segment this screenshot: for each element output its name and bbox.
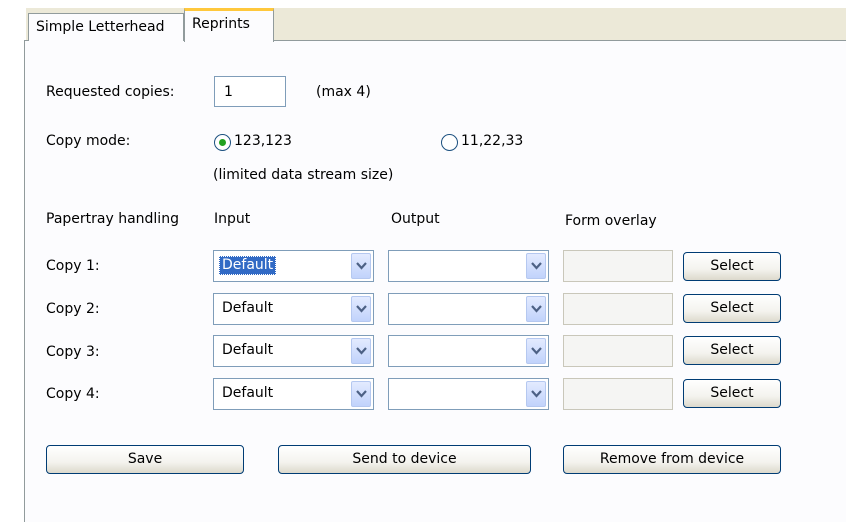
input-tray-value: Default bbox=[222, 385, 274, 401]
select-overlay-button[interactable]: Select bbox=[683, 336, 781, 365]
copy-mode-radio-112233[interactable] bbox=[441, 134, 458, 151]
remove-from-device-button[interactable]: Remove from device bbox=[563, 445, 781, 474]
output-tray-select[interactable] bbox=[388, 378, 549, 410]
output-column-header: Output bbox=[391, 211, 440, 227]
chevron-down-icon bbox=[356, 262, 367, 270]
chevron-down-icon bbox=[356, 390, 367, 398]
requested-copies-label: Requested copies: bbox=[46, 84, 175, 100]
copy-row-label: Copy 1: bbox=[46, 258, 100, 274]
save-button[interactable]: Save bbox=[46, 445, 244, 474]
copy-row-label: Copy 3: bbox=[46, 344, 100, 360]
chevron-down-icon bbox=[356, 305, 367, 313]
output-tray-select[interactable] bbox=[388, 335, 549, 367]
chevron-down-icon bbox=[356, 347, 367, 355]
dropdown-button[interactable] bbox=[351, 296, 371, 322]
dropdown-button[interactable] bbox=[526, 381, 546, 407]
input-tray-value: Default bbox=[222, 342, 274, 358]
output-tray-select[interactable] bbox=[388, 293, 549, 325]
select-overlay-button[interactable]: Select bbox=[683, 294, 781, 323]
papertray-heading: Papertray handling bbox=[46, 211, 179, 227]
requested-copies-input[interactable]: 1 bbox=[214, 76, 286, 107]
chevron-down-icon bbox=[531, 347, 542, 355]
input-tray-value: Default bbox=[222, 300, 274, 316]
copy-mode-label: Copy mode: bbox=[46, 133, 131, 149]
dropdown-button[interactable] bbox=[526, 296, 546, 322]
input-tray-select[interactable]: Default bbox=[213, 293, 374, 325]
tab-label: Reprints bbox=[192, 16, 250, 32]
form-overlay-field bbox=[563, 250, 673, 282]
dropdown-button[interactable] bbox=[526, 253, 546, 279]
tab-reprints[interactable]: Reprints bbox=[184, 8, 274, 42]
output-tray-select[interactable] bbox=[388, 250, 549, 282]
send-to-device-button[interactable]: Send to device bbox=[278, 445, 531, 474]
select-overlay-button[interactable]: Select bbox=[683, 379, 781, 408]
dropdown-button[interactable] bbox=[351, 381, 371, 407]
copy-mode-option-label[interactable]: 123,123 bbox=[234, 133, 292, 149]
chevron-down-icon bbox=[531, 390, 542, 398]
input-tray-select[interactable]: Default bbox=[213, 335, 374, 367]
tab-label: Simple Letterhead bbox=[36, 19, 165, 35]
input-column-header: Input bbox=[214, 211, 251, 227]
radio-selected-dot bbox=[219, 139, 226, 146]
input-tray-value: Default bbox=[219, 256, 277, 275]
form-overlay-column-header: Form overlay bbox=[565, 213, 657, 229]
input-tray-select[interactable]: Default bbox=[213, 250, 374, 282]
copy-mode-radio-123[interactable] bbox=[214, 134, 231, 151]
dropdown-button[interactable] bbox=[526, 338, 546, 364]
copy-mode-note: (limited data stream size) bbox=[213, 167, 394, 183]
form-overlay-field bbox=[563, 293, 673, 325]
copy-mode-option-label[interactable]: 11,22,33 bbox=[461, 133, 523, 149]
chevron-down-icon bbox=[531, 262, 542, 270]
dropdown-button[interactable] bbox=[351, 253, 371, 279]
max-copies-hint: (max 4) bbox=[316, 84, 371, 100]
chevron-down-icon bbox=[531, 305, 542, 313]
copy-row-label: Copy 2: bbox=[46, 301, 100, 317]
form-overlay-field bbox=[563, 335, 673, 367]
copy-row-label: Copy 4: bbox=[46, 386, 100, 402]
requested-copies-value: 1 bbox=[224, 84, 233, 100]
tab-simple-letterhead[interactable]: Simple Letterhead bbox=[28, 13, 184, 41]
form-overlay-field bbox=[563, 378, 673, 410]
input-tray-select[interactable]: Default bbox=[213, 378, 374, 410]
select-overlay-button[interactable]: Select bbox=[683, 252, 781, 281]
dropdown-button[interactable] bbox=[351, 338, 371, 364]
reprints-dialog: Simple Letterhead Reprints Requested cop… bbox=[0, 0, 846, 522]
